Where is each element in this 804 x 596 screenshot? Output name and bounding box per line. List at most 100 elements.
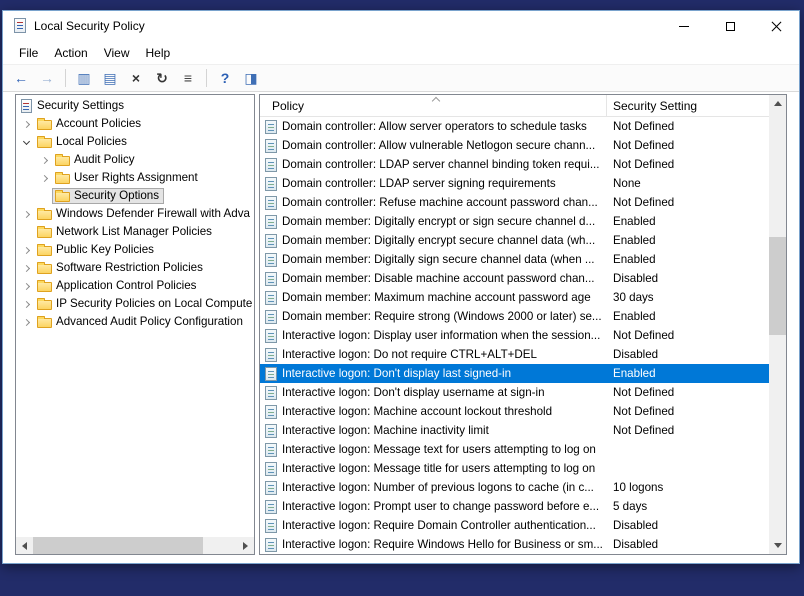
- chevron-right-icon[interactable]: [22, 246, 29, 253]
- tree-horizontal-scrollbar[interactable]: [16, 537, 254, 554]
- policy-row[interactable]: Interactive logon: Require Domain Contro…: [260, 516, 769, 535]
- policy-row[interactable]: Domain controller: LDAP server signing r…: [260, 174, 769, 193]
- column-header-policy[interactable]: Policy: [260, 95, 607, 116]
- policy-row[interactable]: Domain member: Digitally sign secure cha…: [260, 250, 769, 269]
- tree-chevron-slot[interactable]: [18, 266, 34, 271]
- horizontal-scrollbar-thumb[interactable]: [33, 537, 203, 554]
- tree-item-audit-policy[interactable]: Audit Policy: [16, 151, 254, 169]
- forward-icon[interactable]: →: [35, 67, 59, 89]
- chevron-right-icon[interactable]: [40, 156, 47, 163]
- tree-chevron-slot[interactable]: [18, 302, 34, 307]
- scroll-right-button[interactable]: [237, 537, 254, 554]
- policy-icon-cell: [260, 291, 282, 305]
- policy-name: Domain controller: Allow vulnerable Netl…: [282, 139, 607, 152]
- menu-view[interactable]: View: [96, 43, 138, 63]
- tree-item-security-settings[interactable]: Security Settings: [16, 97, 254, 115]
- scroll-down-button[interactable]: [769, 537, 786, 554]
- tree-item-application-control-policies[interactable]: Application Control Policies: [16, 277, 254, 295]
- chevron-right-icon[interactable]: [22, 264, 29, 271]
- tree-chevron-slot[interactable]: [36, 176, 52, 181]
- tree-item-security-options[interactable]: Security Options: [16, 187, 254, 205]
- chevron-right-icon[interactable]: [22, 120, 29, 127]
- tree-item-account-policies[interactable]: Account Policies: [16, 115, 254, 133]
- tree-item-label: Public Key Policies: [56, 243, 154, 256]
- tree-item-advanced-audit-policy-configuration[interactable]: Advanced Audit Policy Configuration: [16, 313, 254, 331]
- list-vertical-scrollbar[interactable]: [769, 95, 786, 554]
- chevron-right-icon[interactable]: [22, 318, 29, 325]
- tree-chevron-slot[interactable]: [18, 212, 34, 217]
- horizontal-scrollbar-track[interactable]: [33, 537, 237, 554]
- policy-row[interactable]: Interactive logon: Don't display last si…: [260, 364, 769, 383]
- tree-item-user-rights-assignment[interactable]: User Rights Assignment: [16, 169, 254, 187]
- delete-icon[interactable]: ×: [124, 67, 148, 89]
- tree-chevron-slot[interactable]: [18, 284, 34, 289]
- titlebar: Local Security Policy: [3, 11, 799, 41]
- scroll-up-button[interactable]: [769, 95, 786, 112]
- policy-icon: [265, 139, 277, 153]
- policy-name: Domain controller: LDAP server channel b…: [282, 158, 607, 171]
- action-pane-icon[interactable]: ◨: [239, 67, 263, 89]
- vertical-scrollbar-thumb[interactable]: [769, 237, 786, 335]
- policy-row[interactable]: Domain controller: Allow server operator…: [260, 117, 769, 136]
- policy-row[interactable]: Interactive logon: Display user informat…: [260, 326, 769, 345]
- policy-row[interactable]: Domain controller: Allow vulnerable Netl…: [260, 136, 769, 155]
- minimize-icon: [679, 26, 689, 27]
- chevron-right-icon[interactable]: [22, 300, 29, 307]
- menu-file[interactable]: File: [11, 43, 46, 63]
- policy-row[interactable]: Interactive logon: Machine account locko…: [260, 402, 769, 421]
- tree-chevron-slot[interactable]: [18, 122, 34, 127]
- scroll-left-button[interactable]: [16, 537, 33, 554]
- policy-row[interactable]: Domain member: Maximum machine account p…: [260, 288, 769, 307]
- tree-item-network-list-manager-policies[interactable]: Network List Manager Policies: [16, 223, 254, 241]
- policy-icon-cell: [260, 481, 282, 495]
- policy-row[interactable]: Interactive logon: Message title for use…: [260, 459, 769, 478]
- policy-row[interactable]: Interactive logon: Prompt user to change…: [260, 497, 769, 516]
- chevron-right-icon[interactable]: [40, 174, 47, 181]
- policy-row[interactable]: Domain member: Disable machine account p…: [260, 269, 769, 288]
- tree-item-ip-security-policies-on-local-compute[interactable]: IP Security Policies on Local Compute: [16, 295, 254, 313]
- chevron-right-icon[interactable]: [22, 210, 29, 217]
- tree-item-local-policies[interactable]: Local Policies: [16, 133, 254, 151]
- menu-action[interactable]: Action: [46, 43, 95, 63]
- policy-row[interactable]: Interactive logon: Machine inactivity li…: [260, 421, 769, 440]
- tree-chevron-slot[interactable]: [18, 320, 34, 325]
- console-tree-icon[interactable]: ▥: [72, 67, 96, 89]
- toolbar-separator: [65, 69, 66, 87]
- tree-item-public-key-policies[interactable]: Public Key Policies: [16, 241, 254, 259]
- minimize-button[interactable]: [661, 11, 707, 41]
- vertical-scrollbar-track[interactable]: [769, 112, 786, 537]
- help-icon[interactable]: ?: [213, 67, 237, 89]
- policy-setting: Enabled: [607, 253, 769, 266]
- window-list-icon[interactable]: ▤: [98, 67, 122, 89]
- policy-row[interactable]: Domain member: Digitally encrypt secure …: [260, 231, 769, 250]
- tree-chevron-slot[interactable]: [36, 158, 52, 163]
- policy-icon-cell: [260, 386, 282, 400]
- back-icon[interactable]: ←: [9, 67, 33, 89]
- policy-row[interactable]: Domain member: Require strong (Windows 2…: [260, 307, 769, 326]
- policy-row[interactable]: Interactive logon: Message text for user…: [260, 440, 769, 459]
- chevron-down-icon[interactable]: [22, 137, 29, 144]
- policy-row[interactable]: Domain controller: Refuse machine accoun…: [260, 193, 769, 212]
- tree-chevron-slot[interactable]: [18, 248, 34, 253]
- policy-name: Domain controller: LDAP server signing r…: [282, 177, 607, 190]
- column-header-security-setting[interactable]: Security Setting: [607, 95, 769, 116]
- menu-help[interactable]: Help: [138, 43, 179, 63]
- export-list-icon[interactable]: ≡: [176, 67, 200, 89]
- chevron-right-icon[interactable]: [22, 282, 29, 289]
- policy-row[interactable]: Domain member: Digitally encrypt or sign…: [260, 212, 769, 231]
- policy-row[interactable]: Interactive logon: Require Windows Hello…: [260, 535, 769, 554]
- maximize-button[interactable]: [707, 11, 753, 41]
- tree-item-software-restriction-policies[interactable]: Software Restriction Policies: [16, 259, 254, 277]
- policy-row[interactable]: Domain controller: LDAP server channel b…: [260, 155, 769, 174]
- close-button[interactable]: [753, 11, 799, 41]
- folder-icon: [55, 192, 70, 202]
- policy-row[interactable]: Interactive logon: Number of previous lo…: [260, 478, 769, 497]
- tree-node-selected: Security Options: [52, 188, 164, 204]
- tree-node: Application Control Policies: [34, 278, 201, 294]
- policy-icon-cell: [260, 310, 282, 324]
- tree-chevron-slot[interactable]: [18, 141, 34, 144]
- policy-row[interactable]: Interactive logon: Do not require CTRL+A…: [260, 345, 769, 364]
- policy-row[interactable]: Interactive logon: Don't display usernam…: [260, 383, 769, 402]
- tree-item-windows-defender-firewall-with-adva[interactable]: Windows Defender Firewall with Adva: [16, 205, 254, 223]
- refresh-icon[interactable]: ↻: [150, 67, 174, 89]
